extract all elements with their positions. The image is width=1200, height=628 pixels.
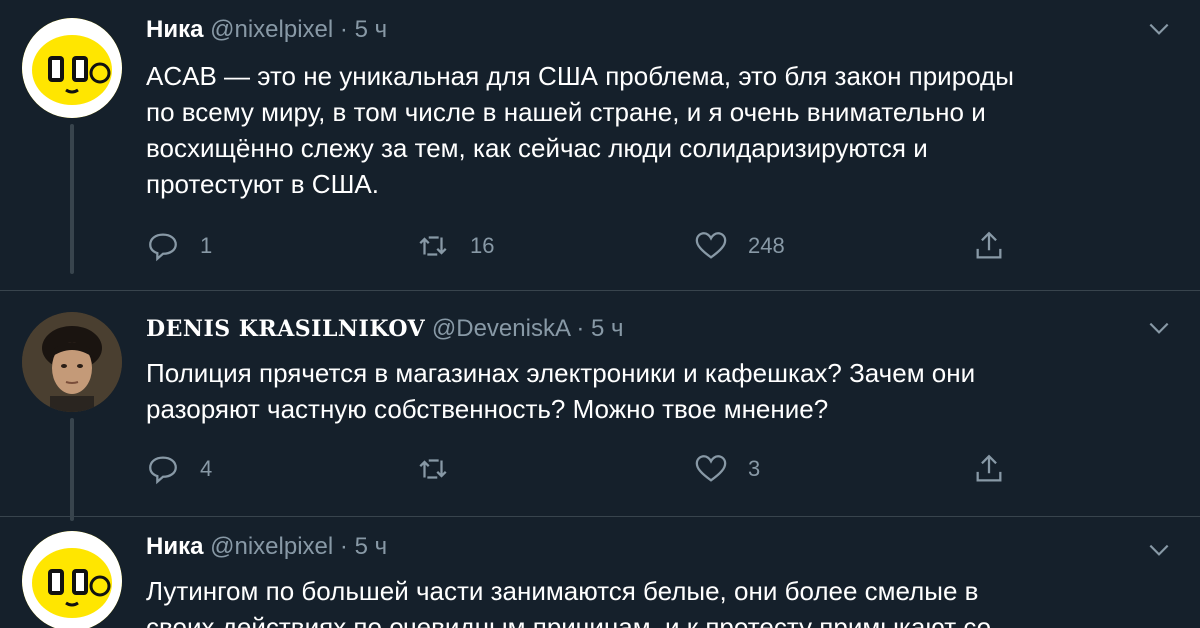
timestamp[interactable]: 5 ч (591, 315, 624, 342)
reply-button[interactable]: 4 (146, 449, 212, 489)
separator: · (576, 315, 585, 342)
username[interactable]: @nixelpixel (210, 533, 333, 560)
thread-line (70, 124, 74, 274)
like-button[interactable]: 248 (694, 226, 785, 266)
retweet-icon (419, 459, 447, 479)
tweet[interactable]: Ника @nixelpixel · 5 ч Лутингом по больш… (0, 517, 1200, 628)
avatar[interactable] (22, 531, 122, 628)
display-name[interactable]: Ника (146, 16, 203, 43)
separator: · (339, 16, 348, 43)
username[interactable]: @nixelpixel (210, 16, 333, 43)
tweet-header: Ника @nixelpixel · 5 ч (146, 533, 387, 561)
timestamp[interactable]: 5 ч (355, 16, 388, 43)
thread-line (70, 418, 74, 521)
chevron-down-icon[interactable] (1146, 315, 1172, 341)
like-icon (695, 232, 727, 259)
share-button[interactable] (972, 449, 1006, 489)
separator: · (339, 533, 348, 560)
retweet-count: 16 (470, 233, 495, 258)
avatar[interactable] (22, 18, 122, 118)
like-button[interactable]: 3 (694, 449, 760, 489)
tweet[interactable]: Ника @nixelpixel · 5 ч ACAB — это не уни… (0, 0, 1200, 290)
display-name[interactable]: Ника (146, 533, 203, 560)
tweet-actions: 1 16 248 (146, 226, 1046, 266)
display-name[interactable]: DENIS KRASILNIKOV (146, 316, 425, 342)
reply-count: 4 (200, 456, 213, 481)
avatar[interactable] (22, 312, 122, 412)
retweet-button[interactable]: 16 (416, 226, 494, 266)
tweet-header: DENIS KRASILNIKOV @DeveniskA · 5 ч (146, 315, 624, 343)
tweet-actions: 4 3 (146, 449, 1046, 489)
tweet-text: Лутингом по большей части занимаются бел… (146, 576, 992, 628)
retweet-icon (419, 236, 447, 256)
retweet-button[interactable] (416, 449, 470, 489)
reply-icon (149, 233, 177, 262)
share-button[interactable] (972, 226, 1006, 266)
share-icon (976, 231, 1002, 259)
chevron-down-icon[interactable] (1146, 537, 1172, 563)
like-icon (695, 455, 727, 482)
like-count: 3 (748, 456, 761, 481)
reply-button[interactable]: 1 (146, 226, 212, 266)
chevron-down-icon[interactable] (1146, 16, 1172, 42)
reply-count: 1 (200, 233, 213, 258)
like-count: 248 (748, 233, 785, 258)
tweet-header: Ника @nixelpixel · 5 ч (146, 16, 387, 44)
reply-icon (149, 456, 177, 485)
tweet[interactable]: DENIS KRASILNIKOV @DeveniskA · 5 ч Полиц… (0, 291, 1200, 521)
tweet-text: ACAB — это не уникальная для США проблем… (146, 61, 1014, 199)
tweet-text: Полиция прячется в магазинах электроники… (146, 358, 976, 424)
share-icon (976, 454, 1002, 482)
username[interactable]: @DeveniskA (432, 315, 570, 342)
timestamp[interactable]: 5 ч (355, 533, 388, 560)
